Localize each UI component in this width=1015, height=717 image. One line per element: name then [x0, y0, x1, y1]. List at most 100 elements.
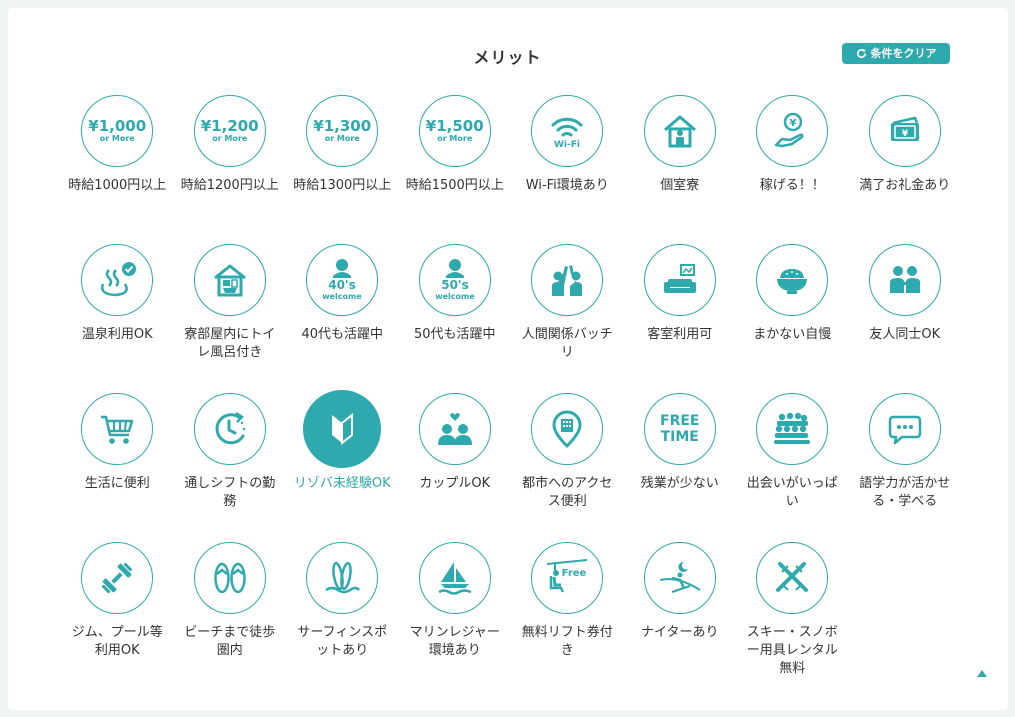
- money-envelope-icon: ¥: [868, 95, 941, 167]
- person-50s-icon: 50's welcome: [418, 244, 491, 316]
- merit-label: カップルOK: [419, 476, 491, 491]
- clear-conditions-button[interactable]: 条件をクリア: [842, 43, 950, 64]
- crowd-icon: [756, 393, 829, 465]
- night-skier-icon: [643, 542, 716, 614]
- merit-item-private-room[interactable]: 個室寮: [624, 95, 737, 244]
- svg-text:¥: ¥: [902, 129, 909, 139]
- merit-label: 残業が少ない: [640, 476, 719, 491]
- merit-item-40s[interactable]: 40's welcome 40代も活躍中: [286, 244, 399, 393]
- free-time-icon: FREE TIME: [643, 393, 716, 465]
- merit-label: 40代も活躍中: [301, 327, 384, 342]
- wifi-icon: Wi-Fi: [531, 95, 604, 167]
- merit-label: リゾバ未経験OK: [293, 476, 391, 491]
- merit-label: 時給1000円以上: [68, 178, 167, 193]
- merit-label: 都市へのアクセス便利: [522, 476, 613, 509]
- merit-label: 満了お礼金あり: [859, 178, 951, 193]
- merit-label: まかない自慢: [753, 327, 832, 342]
- svg-text:50's: 50's: [441, 278, 469, 292]
- merit-label: 無料リフト券付き: [521, 625, 613, 658]
- merit-label: 語学力が活かせる・学べる: [859, 476, 951, 509]
- merit-item-couple[interactable]: カップルOK: [399, 393, 512, 542]
- hand-yen-coin-icon: ¥: [756, 95, 829, 167]
- merit-item-meals[interactable]: まかない自慢: [736, 244, 849, 393]
- merit-label: 寮部屋内にトイレ風呂付き: [184, 327, 276, 360]
- merit-label: スキー・スノボー用具レンタル無料: [746, 625, 838, 676]
- merit-item-language[interactable]: 語学力が活かせる・学べる: [849, 393, 962, 542]
- merit-label: ナイターあり: [641, 625, 719, 640]
- merit-label: 人間関係バッチリ: [521, 327, 613, 360]
- svg-text:¥: ¥: [790, 118, 797, 129]
- wage-1500-icon: ¥1,500 or More: [418, 95, 491, 167]
- merit-item-gym[interactable]: ジム、プール等利用OK: [61, 542, 174, 691]
- merit-label: 稼げる！！: [759, 178, 825, 193]
- merit-item-wage-1200[interactable]: ¥1,200 or More 時給1200円以上: [174, 95, 287, 244]
- sandals-icon: [193, 542, 266, 614]
- friends-icon: [868, 244, 941, 316]
- merit-item-lift-ticket[interactable]: Free 無料リフト券付き: [511, 542, 624, 691]
- scroll-to-top-button[interactable]: [977, 670, 987, 677]
- merit-item-earn[interactable]: ¥ 稼げる！！: [736, 95, 849, 244]
- merit-item-beach[interactable]: ビーチまで徒歩圏内: [174, 542, 287, 691]
- merit-item-wage-1500[interactable]: ¥1,500 or More 時給1500円以上: [399, 95, 512, 244]
- beginner-mark-icon: [303, 390, 382, 468]
- room-toilet-bath-icon: [193, 244, 266, 316]
- merit-item-50s[interactable]: 50's welcome 50代も活躍中: [399, 244, 512, 393]
- merit-item-shift[interactable]: 通しシフトの勤務: [174, 393, 287, 542]
- merit-item-beginner[interactable]: リゾバ未経験OK: [286, 390, 399, 542]
- merit-item-wage-1000[interactable]: ¥1,000 or More 時給1000円以上: [61, 95, 174, 244]
- merit-label: 生活に便利: [84, 476, 150, 491]
- merit-label: 個室寮: [660, 178, 700, 193]
- person-40s-icon: 40's welcome: [306, 244, 379, 316]
- ski-lift-free-icon: Free: [531, 542, 604, 614]
- wage-1200-icon: ¥1,200 or More: [193, 95, 266, 167]
- wage-1300-icon: ¥1,300 or More: [306, 95, 379, 167]
- svg-text:40's: 40's: [328, 278, 356, 292]
- merit-item-less-overtime[interactable]: FREE TIME 残業が少ない: [624, 393, 737, 542]
- svg-text:welcome: welcome: [322, 292, 362, 301]
- merit-label: 時給1200円以上: [180, 178, 279, 193]
- merit-item-friends[interactable]: 友人同士OK: [849, 244, 962, 393]
- high-five-icon: [531, 244, 604, 316]
- merit-item-convenient[interactable]: 生活に便利: [61, 393, 174, 542]
- merit-item-room-toilet-bath[interactable]: 寮部屋内にトイレ風呂付き: [174, 244, 287, 393]
- merit-grid: ¥1,000 or More 時給1000円以上 ¥1,200 or More 時給…: [61, 95, 961, 691]
- svg-text:welcome: welcome: [435, 292, 475, 301]
- merit-item-night-ski[interactable]: ナイターあり: [624, 542, 737, 691]
- merit-label: Wi-Fi環境あり: [525, 178, 609, 193]
- merit-label: 時給1300円以上: [293, 178, 392, 193]
- merit-label: マリンレジャー環境あり: [409, 625, 500, 658]
- merit-label: ビーチまで徒歩圏内: [184, 625, 276, 658]
- merit-label: 出会いがいっぱい: [746, 476, 838, 509]
- shopping-cart-icon: [81, 393, 154, 465]
- clear-conditions-label: 条件をクリア: [870, 47, 937, 60]
- merit-item-city-access[interactable]: 都市へのアクセス便利: [511, 393, 624, 542]
- couple-heart-icon: [418, 393, 491, 465]
- merit-label: 通しシフトの勤務: [184, 476, 276, 509]
- hot-spring-check-icon: [81, 244, 154, 316]
- svg-text:Free: Free: [562, 568, 587, 579]
- merit-item-surfing[interactable]: サーフィンスポットあり: [286, 542, 399, 691]
- sailboat-icon: [418, 542, 491, 614]
- merit-label: 時給1500円以上: [405, 178, 504, 193]
- merit-item-wage-1300[interactable]: ¥1,300 or More 時給1300円以上: [286, 95, 399, 244]
- merit-item-guest-room[interactable]: 客室利用可: [624, 244, 737, 393]
- merit-item-ski-rental[interactable]: スキー・スノボー用具レンタル無料: [736, 542, 849, 691]
- merit-label: サーフィンスポットあり: [297, 625, 388, 658]
- house-person-icon: [643, 95, 716, 167]
- dumbbell-icon: [81, 542, 154, 614]
- merit-label: 50代も活躍中: [413, 327, 496, 342]
- merit-item-wifi[interactable]: Wi-Fi Wi-Fi環境あり: [511, 95, 624, 244]
- merit-item-hot-spring[interactable]: 温泉利用OK: [61, 244, 174, 393]
- merit-item-meet-people[interactable]: 出会いがいっぱい: [736, 393, 849, 542]
- merit-item-marine[interactable]: マリンレジャー環境あり: [399, 542, 512, 691]
- merit-label: ジム、プール等利用OK: [71, 625, 163, 658]
- merit-item-relationships[interactable]: 人間関係バッチリ: [511, 244, 624, 393]
- surfboards-icon: [306, 542, 379, 614]
- refresh-icon: [856, 48, 866, 58]
- merit-item-bonus[interactable]: ¥ 満了お礼金あり: [849, 95, 962, 244]
- skis-icon: [756, 542, 829, 614]
- svg-text:Wi-Fi: Wi-Fi: [554, 140, 580, 150]
- speech-bubble-icon: [868, 393, 941, 465]
- merit-label: 温泉利用OK: [81, 327, 153, 342]
- wage-1000-icon: ¥1,000 or More: [81, 95, 154, 167]
